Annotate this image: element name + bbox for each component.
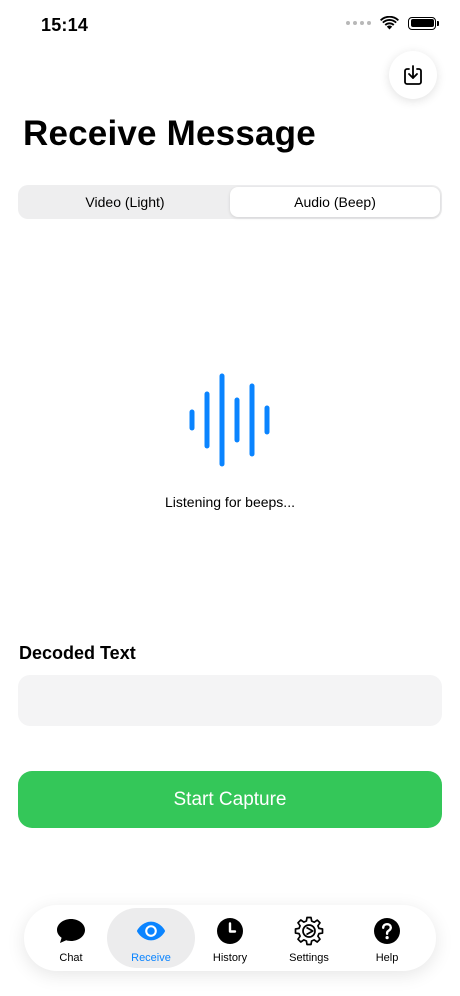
- tab-history[interactable]: History: [189, 908, 271, 968]
- page-title: Receive Message: [23, 114, 316, 153]
- tab-history-label: History: [212, 952, 248, 964]
- chat-bubble-icon: [57, 919, 85, 943]
- battery-icon: [408, 16, 439, 30]
- tab-chat-label: Chat: [59, 952, 83, 964]
- tab-receive[interactable]: Receive: [107, 908, 195, 968]
- start-capture-button[interactable]: Start Capture: [18, 771, 442, 828]
- question-icon: [374, 918, 400, 944]
- eye-icon: [136, 921, 166, 941]
- gear-icon: [294, 916, 324, 946]
- tab-bar: Chat Receive History Settings Help: [24, 905, 436, 971]
- tab-help-label: Help: [375, 952, 399, 964]
- wifi-icon: [380, 16, 399, 30]
- tab-receive-label: Receive: [131, 952, 171, 964]
- tray-arrow-down-icon: [404, 65, 422, 85]
- status-time: 15:14: [41, 15, 89, 35]
- mode-segmented-control: Video (Light) Audio (Beep): [18, 185, 442, 219]
- import-button[interactable]: [389, 51, 437, 99]
- decoded-text-field[interactable]: [18, 675, 442, 726]
- decoded-text-label: Decoded Text: [19, 643, 136, 663]
- clock-icon: [217, 918, 243, 944]
- tab-chat[interactable]: Chat: [30, 908, 112, 968]
- tab-settings-label: Settings: [289, 952, 329, 964]
- tab-settings[interactable]: Settings: [268, 908, 350, 968]
- waveform-icon: [189, 373, 270, 467]
- listening-status: Listening for beeps...: [165, 494, 295, 510]
- tab-help[interactable]: Help: [346, 908, 428, 968]
- status-bar: 15:14: [0, 0, 460, 50]
- status-indicators: [346, 16, 439, 30]
- segment-audio-beep[interactable]: Audio (Beep): [230, 187, 440, 217]
- cellular-dots-icon: [346, 21, 371, 25]
- segment-video-light[interactable]: Video (Light): [20, 187, 230, 217]
